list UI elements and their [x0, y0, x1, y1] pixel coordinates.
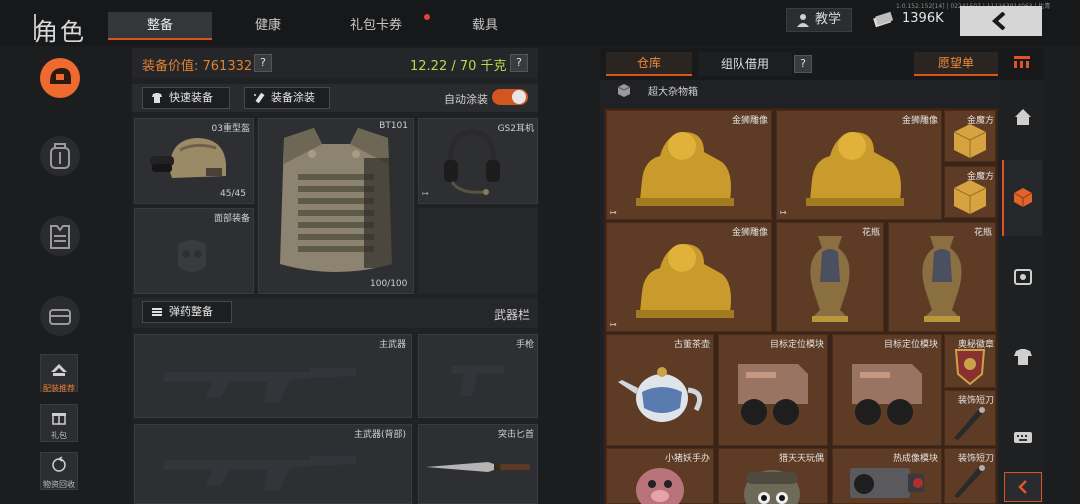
- carry-weight: 12.22 / 70 千克: [410, 59, 507, 74]
- paint-spray-icon: [254, 92, 265, 104]
- gold-cube-icon: [953, 124, 987, 158]
- container-icon: [617, 84, 631, 97]
- tab-team-borrow[interactable]: 组队借用: [698, 52, 792, 76]
- tab-gift-cards[interactable]: 礼包卡券: [324, 12, 428, 40]
- keyboard-icon[interactable]: [1012, 426, 1034, 448]
- backpack-icon: [50, 143, 70, 169]
- headset-icon: [444, 129, 500, 195]
- gold-lion-icon: [806, 132, 904, 206]
- notification-dot: [424, 14, 430, 20]
- tab-loadout[interactable]: 整备: [108, 12, 212, 40]
- wishlist-button[interactable]: 愿望单: [914, 52, 998, 76]
- face-slot-label: 面部装备: [213, 214, 250, 224]
- sort-icon[interactable]: [1012, 54, 1032, 70]
- helmet-icon: [50, 68, 71, 84]
- targeting-module-icon: [738, 364, 808, 425]
- rifle-placeholder-icon: [164, 456, 356, 490]
- loadout-recommend-label: 配装推荐: [43, 384, 75, 393]
- shirt-icon: [152, 93, 162, 103]
- weapon-bar-label: 武器栏: [494, 308, 531, 322]
- empty-slot: [418, 208, 538, 294]
- primary-weapon-back-label: 主武器(背部): [353, 430, 406, 440]
- equipment-value: 装备价值: 761332: [142, 59, 253, 74]
- armor-icon: [50, 225, 70, 249]
- value-help-button[interactable]: ?: [254, 54, 272, 72]
- pig-figure-icon: [636, 468, 684, 504]
- back-button[interactable]: [960, 6, 1042, 36]
- gift-pack-label: 礼包: [51, 431, 67, 440]
- gold-lion-icon: [636, 244, 734, 318]
- pistol-label: 手枪: [515, 340, 534, 350]
- recycle-icon: [52, 456, 66, 472]
- quick-equip-label: 快速装备: [169, 91, 213, 104]
- badge-icon: [954, 349, 986, 386]
- item-name: 古董茶壶: [673, 340, 710, 350]
- targeting-module-icon: [852, 364, 922, 425]
- recycle-label: 物资回收: [43, 480, 75, 489]
- rifle-placeholder-icon: [164, 368, 356, 402]
- item-name: 目标定位模块: [883, 340, 938, 350]
- item-name: 目标定位模块: [769, 340, 824, 350]
- cash-icon: [873, 11, 894, 28]
- armor-durability: 100/100: [370, 279, 408, 289]
- weight-help-button[interactable]: ?: [510, 54, 528, 72]
- auto-paint-label: 自动涂装: [444, 93, 488, 106]
- dagger-icon: [954, 465, 985, 498]
- chest-icon: [49, 309, 71, 325]
- toggle-knob: [512, 90, 526, 104]
- helmet-icon: [150, 138, 226, 178]
- chevron-left-icon: [1018, 480, 1027, 494]
- ammo-icon: [152, 308, 162, 316]
- currency-amount: 1396K: [902, 11, 944, 26]
- container-name: 超大杂物箱: [648, 87, 698, 98]
- plush-toy-icon: [744, 470, 800, 504]
- teapot-icon: [618, 367, 703, 422]
- primary-weapon-label: 主武器: [378, 340, 406, 350]
- equipment-paint-button[interactable]: 装备涂装: [244, 87, 330, 109]
- armor-vest-icon: [280, 128, 394, 272]
- tab-vehicles[interactable]: 载具: [436, 12, 534, 40]
- box-icon[interactable]: [1012, 186, 1034, 208]
- tutorial-label: 教学: [814, 12, 841, 27]
- gift-icon: [52, 413, 66, 425]
- vase-icon: [810, 236, 850, 322]
- vase-icon: [922, 236, 962, 322]
- tab-health[interactable]: 健康: [220, 12, 316, 40]
- helmet-durability: 45/45: [220, 189, 246, 199]
- chevron-left-icon: [991, 12, 1006, 30]
- equipment-paint-label: 装备涂装: [271, 91, 315, 104]
- loadout-icon: [51, 364, 67, 376]
- gold-lion-icon: [636, 132, 734, 206]
- home-icon[interactable]: [1012, 106, 1034, 128]
- safe-icon[interactable]: [1012, 266, 1034, 288]
- ammo-loadout-label: 弹药整备: [169, 305, 213, 318]
- mask-placeholder-icon: [178, 240, 206, 272]
- gold-cube-icon: [953, 180, 987, 214]
- quick-equip-button[interactable]: 快速装备: [142, 87, 230, 109]
- knife-icon: [426, 462, 530, 472]
- thermal-module-icon: [850, 468, 924, 498]
- item-marker-icon: ↦: [780, 208, 787, 217]
- pistol-placeholder-icon: [452, 366, 504, 396]
- ammo-loadout-button[interactable]: 弹药整备: [142, 301, 232, 323]
- headset-unequip-icon[interactable]: ↦: [422, 189, 429, 198]
- knife-name: 突击匕首: [497, 430, 534, 440]
- person-icon: [797, 14, 809, 27]
- team-borrow-help-button[interactable]: ?: [794, 55, 812, 73]
- page-title: 角色: [34, 18, 86, 46]
- item-marker-icon: ↦: [610, 320, 617, 329]
- tab-stash[interactable]: 仓库: [606, 52, 692, 76]
- shirt-icon[interactable]: [1012, 346, 1034, 368]
- dagger-icon: [954, 407, 985, 440]
- item-marker-icon: ↦: [610, 208, 617, 217]
